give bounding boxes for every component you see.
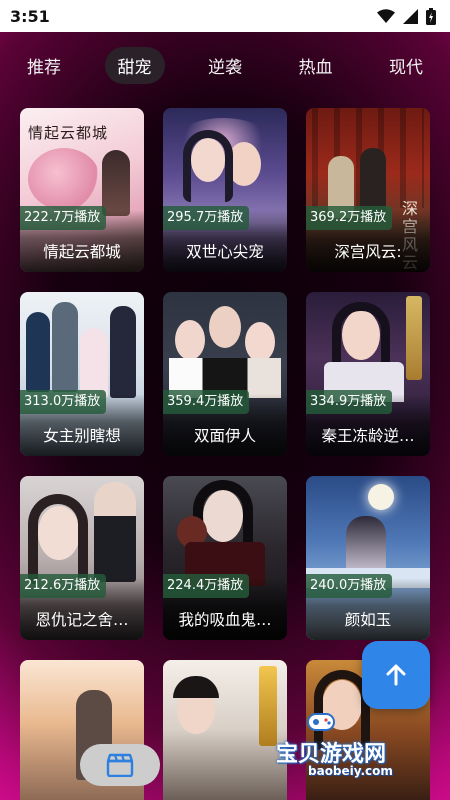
poster-woman-hair (28, 494, 88, 584)
tab-comeback[interactable]: 逆袭 (195, 47, 255, 84)
play-count: 334.9万播放 (306, 390, 393, 414)
drama-title: 双世心尖宠 (186, 243, 264, 261)
drama-card-5[interactable]: 359.4万播放 双面伊人 (163, 292, 287, 456)
signal-icon (403, 8, 418, 24)
clapperboard-icon (106, 753, 134, 777)
poster-hair (183, 130, 233, 202)
play-count: 212.6万播放 (20, 574, 107, 598)
tab-modern[interactable]: 现代 (376, 47, 436, 84)
drama-title: 女主别瞎想 (43, 427, 121, 445)
play-count: 359.4万播放 (163, 390, 250, 414)
battery-icon (426, 7, 436, 25)
poster-man (94, 482, 136, 582)
play-count: 222.7万播放 (20, 206, 107, 230)
poster-person-4 (110, 306, 136, 398)
play-count: 295.7万播放 (163, 206, 250, 230)
poster-gold-text (406, 296, 422, 380)
drama-card-1[interactable]: 情起云都城 222.7万播放 情起云都城 (20, 108, 144, 272)
poster-person-3 (80, 328, 108, 398)
gamepad-logo (307, 713, 335, 731)
tab-action[interactable]: 热血 (286, 47, 346, 84)
poster-person-1 (26, 312, 50, 392)
drama-title: 情起云都城 (43, 243, 121, 261)
play-count: 313.0万播放 (20, 390, 107, 414)
play-count: 369.2万播放 (306, 206, 393, 230)
poster-moon (368, 484, 394, 510)
play-count: 224.4万播放 (163, 574, 250, 598)
status-icons (377, 7, 436, 25)
drama-card-3[interactable]: 深宫风云 369.2万播放 深宫风云: (306, 108, 430, 272)
drama-card-8[interactable]: 224.4万播放 我的吸血鬼… (163, 476, 287, 640)
category-tabs: 推荐 甜宠 逆袭 热血 现代 (14, 44, 436, 86)
scroll-to-top-button[interactable] (362, 641, 430, 709)
poster-face-left (175, 320, 205, 360)
tab-recommend[interactable]: 推荐 (14, 47, 74, 84)
poster-person-2 (52, 302, 78, 392)
drama-title: 我的吸血鬼… (178, 611, 272, 629)
poster-figure (102, 150, 130, 216)
drama-card-7[interactable]: 212.6万播放 恩仇记之舍… (20, 476, 144, 640)
poster-face-center (209, 306, 241, 348)
drama-card-11[interactable] (163, 660, 287, 800)
drama-title: 颜如玉 (344, 611, 392, 629)
status-time: 3:51 (10, 6, 50, 26)
theater-button[interactable] (80, 744, 160, 786)
arrow-up-icon (386, 664, 406, 686)
drama-title: 恩仇记之舍… (35, 611, 129, 629)
drama-card-6[interactable]: 334.9万播放 秦王冻龄逆… (306, 292, 430, 456)
watermark-url: baobeiy.com (308, 764, 393, 778)
poster-calligraphy: 情起云都城 (28, 124, 109, 142)
drama-title: 双面伊人 (193, 427, 256, 445)
drama-card-9[interactable]: 240.0万播放 颜如玉 (306, 476, 430, 640)
status-bar: 3:51 (0, 0, 450, 32)
drama-card-4[interactable]: 313.0万播放 女主别瞎想 (20, 292, 144, 456)
tab-sweet[interactable]: 甜宠 (104, 46, 165, 84)
watermark: 宝贝游戏网 baobeiy.com (270, 713, 450, 800)
drama-title: 秦王冻龄逆… (321, 427, 415, 445)
drama-card-2[interactable]: 295.7万播放 双世心尖宠 (163, 108, 287, 272)
poster-face-right (245, 322, 275, 362)
drama-title: 深宫风云: (334, 243, 402, 261)
play-count: 240.0万播放 (306, 574, 393, 598)
wifi-icon (377, 9, 395, 23)
poster-tree (28, 148, 100, 210)
